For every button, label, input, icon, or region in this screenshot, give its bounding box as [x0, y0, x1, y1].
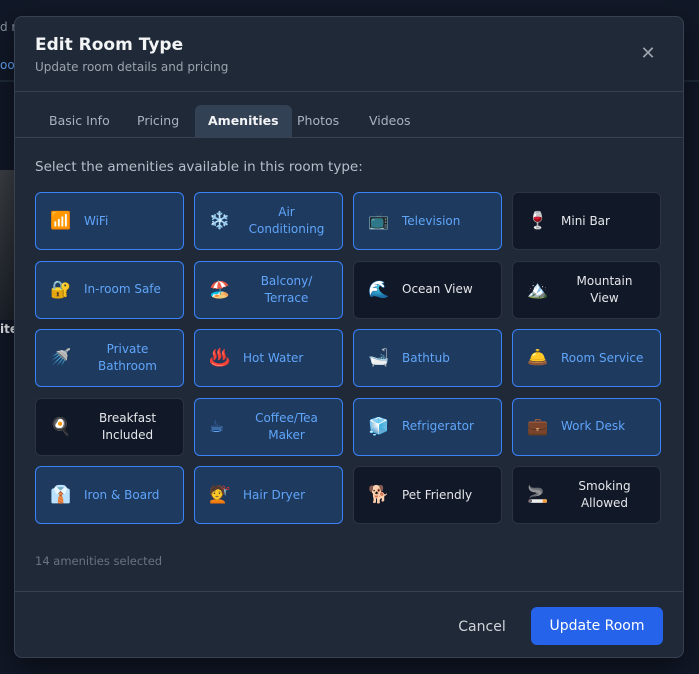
amenity-in-room-safe[interactable]: 🔐 In-room Safe [35, 260, 184, 319]
smoking-allowed-icon: 🚬 [527, 485, 549, 505]
amenity-label: Mini Bar [561, 213, 610, 228]
amenity-label: Coffee/Tea Maker [255, 410, 318, 442]
breakfast-included-icon: 🍳 [50, 416, 72, 437]
private-bathroom-icon: 🚿 [50, 348, 72, 368]
wifi-icon: 📶 [50, 211, 72, 231]
amenity-label: In-room Safe [84, 282, 161, 296]
amenity-refrigerator[interactable]: 🧊 Refrigerator [353, 397, 502, 456]
update-room-button[interactable]: Update Room [531, 607, 663, 645]
bathtub-icon: 🛁 [368, 348, 390, 368]
amenity-air-conditioning[interactable]: ❄️ Air Conditioning [194, 192, 343, 250]
amenity-wifi[interactable]: 📶 WiFi [35, 192, 184, 250]
hair-dryer-icon: 💇 [209, 485, 231, 505]
amenity-label: Bathtub [402, 350, 450, 365]
iron-board-icon: 👔 [50, 485, 72, 505]
amenity-label: Refrigerator [402, 419, 474, 433]
dialog-title: Edit Room Type [35, 35, 184, 55]
amenity-breakfast-included[interactable]: 🍳 Breakfast Included [35, 397, 184, 456]
refrigerator-icon: 🧊 [368, 416, 390, 437]
dialog-subtitle: Update room details and pricing [35, 60, 229, 74]
amenity-label: Hair Dryer [243, 487, 306, 502]
amenity-hot-water[interactable]: ♨️ Hot Water [194, 329, 343, 387]
amenity-label: Work Desk [561, 419, 626, 433]
amenity-label: Pet Friendly [402, 487, 473, 502]
amenity-room-service[interactable]: 🛎️ Room Service [512, 329, 661, 387]
amenity-private-bathroom[interactable]: 🚿 Private Bathroom [35, 329, 184, 387]
amenity-balcony-terrace[interactable]: 🏖️ Balcony/ Terrace [194, 260, 343, 319]
close-icon[interactable]: ✕ [635, 41, 661, 67]
edit-room-type-dialog: Edit Room Type Update room details and p… [14, 16, 684, 658]
amenity-label: Air Conditioning [248, 205, 325, 236]
amenity-work-desk[interactable]: 💼 Work Desk [512, 397, 661, 456]
in-room-safe-icon: 🔐 [50, 279, 72, 300]
hot-water-icon: ♨️ [209, 348, 231, 368]
amenity-smoking-allowed[interactable]: 🚬 Smoking Allowed [512, 466, 661, 524]
amenity-iron-board[interactable]: 👔 Iron & Board [35, 466, 184, 524]
amenity-label: Private Bathroom [98, 342, 157, 373]
amenity-label: Room Service [561, 350, 644, 365]
pet-friendly-icon: 🐕 [368, 485, 390, 505]
amenity-television[interactable]: 📺 Television [353, 192, 502, 250]
amenity-label: Television [402, 213, 461, 228]
coffee-tea-maker-icon: ☕ [209, 416, 225, 437]
tab-videos[interactable]: Videos [356, 105, 424, 137]
work-desk-icon: 💼 [527, 416, 549, 437]
mini-bar-icon: 🍷 [527, 211, 549, 231]
dialog-header: Edit Room Type Update room details and p… [15, 17, 683, 92]
amenity-label: Mountain View [576, 273, 633, 305]
amenity-label: Hot Water [243, 350, 304, 365]
amenity-label: Ocean View [402, 282, 473, 296]
amenity-mini-bar[interactable]: 🍷 Mini Bar [512, 192, 661, 250]
cancel-button[interactable]: Cancel [445, 609, 519, 645]
amenity-mountain-view[interactable]: 🏔️ Mountain View [512, 260, 661, 319]
tab-basic-info[interactable]: Basic Info [36, 105, 123, 137]
amenity-coffee-tea-maker[interactable]: ☕ Coffee/Tea Maker [194, 397, 343, 456]
background-tab: oo [0, 58, 15, 72]
tab-bar: Basic Info Pricing Amenities Photos Vide… [15, 91, 683, 138]
mountain-view-icon: 🏔️ [527, 279, 549, 300]
amenity-bathtub[interactable]: 🛁 Bathtub [353, 329, 502, 387]
selected-count: 14 amenities selected [35, 554, 163, 568]
television-icon: 📺 [368, 211, 390, 231]
tab-pricing[interactable]: Pricing [124, 105, 192, 137]
room-service-icon: 🛎️ [527, 348, 549, 368]
amenity-hair-dryer[interactable]: 💇 Hair Dryer [194, 466, 343, 524]
tab-amenities[interactable]: Amenities [195, 105, 292, 137]
air-conditioning-icon: ❄️ [209, 211, 231, 231]
amenity-label: Iron & Board [84, 487, 160, 502]
amenities-prompt: Select the amenities available in this r… [35, 159, 363, 175]
background-room-image [0, 170, 14, 320]
balcony-terrace-icon: 🏖️ [209, 279, 231, 300]
amenity-ocean-view[interactable]: 🌊 Ocean View [353, 260, 502, 319]
amenity-label: WiFi [84, 213, 109, 228]
tab-photos[interactable]: Photos [284, 105, 352, 137]
amenity-label: Smoking Allowed [578, 479, 631, 510]
dialog-footer: Cancel Update Room [15, 591, 683, 660]
amenity-label: Balcony/ Terrace [260, 273, 313, 305]
ocean-view-icon: 🌊 [368, 279, 390, 300]
amenity-label: Breakfast Included [98, 410, 157, 442]
amenity-pet-friendly[interactable]: 🐕 Pet Friendly [353, 466, 502, 524]
